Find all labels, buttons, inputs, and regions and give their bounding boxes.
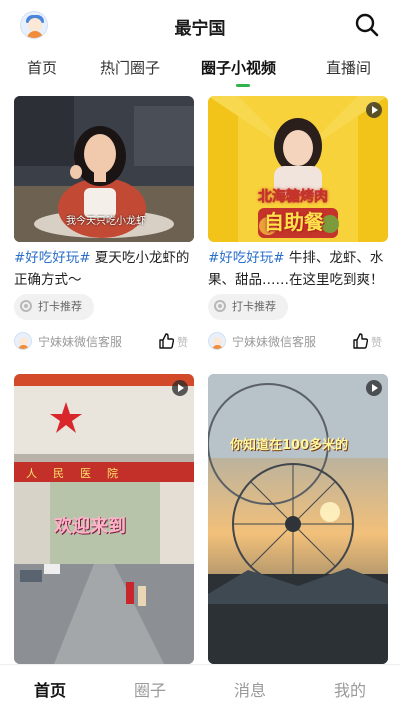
author-avatar[interactable] [208,332,226,350]
top-bar: 最宁国 [0,0,400,50]
like-button[interactable]: 赞 [352,332,382,350]
post-text: #好吃好玩# 牛排、龙虾、水果、甜品……在这里吃到爽！ [208,247,392,291]
play-icon[interactable] [172,380,188,396]
overlay-title: 北海糖烤肉 [258,189,329,206]
target-icon [214,300,226,312]
active-tab-indicator [236,84,250,87]
video-caption: 我今天只吃小龙虾 [66,216,146,227]
tab-live[interactable]: 直播间 [326,57,371,78]
thumbs-up-icon [353,333,368,349]
video-card[interactable]: 我今天只吃小龙虾 #好吃好玩# 夏天吃小龙虾的正确方式～ 打卡推荐 宁妹妹微信客… [14,96,194,358]
overlay-text: 你知道在100多米的 [230,438,349,453]
overlay-subtitle: 自助餐 [264,210,324,234]
chip-label: 打卡推荐 [232,300,276,313]
video-card[interactable]: 北海糖烤肉 自助餐 #好吃好玩# 牛排、龙虾、水果、甜品……在这里吃到爽！ 打卡… [208,96,388,358]
author-name[interactable]: 宁妹妹微信客服 [232,333,316,350]
category-tabs: 首页 热门圈子 圈子小视频 直播间 [0,54,400,88]
video-thumbnail[interactable]: 人民医院 欢迎来到 [14,374,194,664]
author-name[interactable]: 宁妹妹微信客服 [38,333,122,350]
overlay-welcome: 欢迎来到 [54,516,126,537]
like-button[interactable]: 赞 [158,332,188,350]
bottom-nav: 首页 圈子 消息 我的 [0,664,400,711]
play-icon[interactable] [366,102,382,118]
page-title: 最宁国 [174,19,226,39]
nav-home[interactable]: 首页 [20,677,80,701]
author-avatar[interactable] [14,332,32,350]
tab-home[interactable]: 首页 [27,57,57,78]
video-card[interactable]: 人民医院 欢迎来到 [14,374,194,664]
author-row: 宁妹妹微信客服 赞 [208,332,388,352]
banner-text: 人民医院 [26,467,134,480]
video-thumbnail[interactable]: 北海糖烤肉 自助餐 [208,96,388,242]
post-text: #好吃好玩# 夏天吃小龙虾的正确方式～ [14,247,198,291]
nav-profile[interactable]: 我的 [320,677,380,701]
video-card[interactable]: 你知道在100多米的 [208,374,388,664]
hashtag[interactable]: #好吃好玩# [14,250,91,266]
thumbs-up-icon [159,333,174,349]
video-thumbnail[interactable]: 你知道在100多米的 [208,374,388,664]
video-thumbnail[interactable]: 我今天只吃小龙虾 [14,96,194,242]
chip-label: 打卡推荐 [38,300,82,313]
target-icon [20,300,32,312]
hashtag[interactable]: #好吃好玩# [208,250,285,266]
like-label: 赞 [371,336,382,349]
search-icon[interactable] [354,12,380,38]
nav-circles[interactable]: 圈子 [120,677,180,701]
tab-circle-videos[interactable]: 圈子小视频 [201,57,276,78]
checkin-recommend-chip[interactable]: 打卡推荐 [208,294,288,320]
checkin-recommend-chip[interactable]: 打卡推荐 [14,294,94,320]
play-icon[interactable] [366,380,382,396]
nav-messages[interactable]: 消息 [220,677,280,701]
tab-hot-circles[interactable]: 热门圈子 [100,57,160,78]
like-label: 赞 [177,336,188,349]
author-row: 宁妹妹微信客服 赞 [14,332,194,352]
